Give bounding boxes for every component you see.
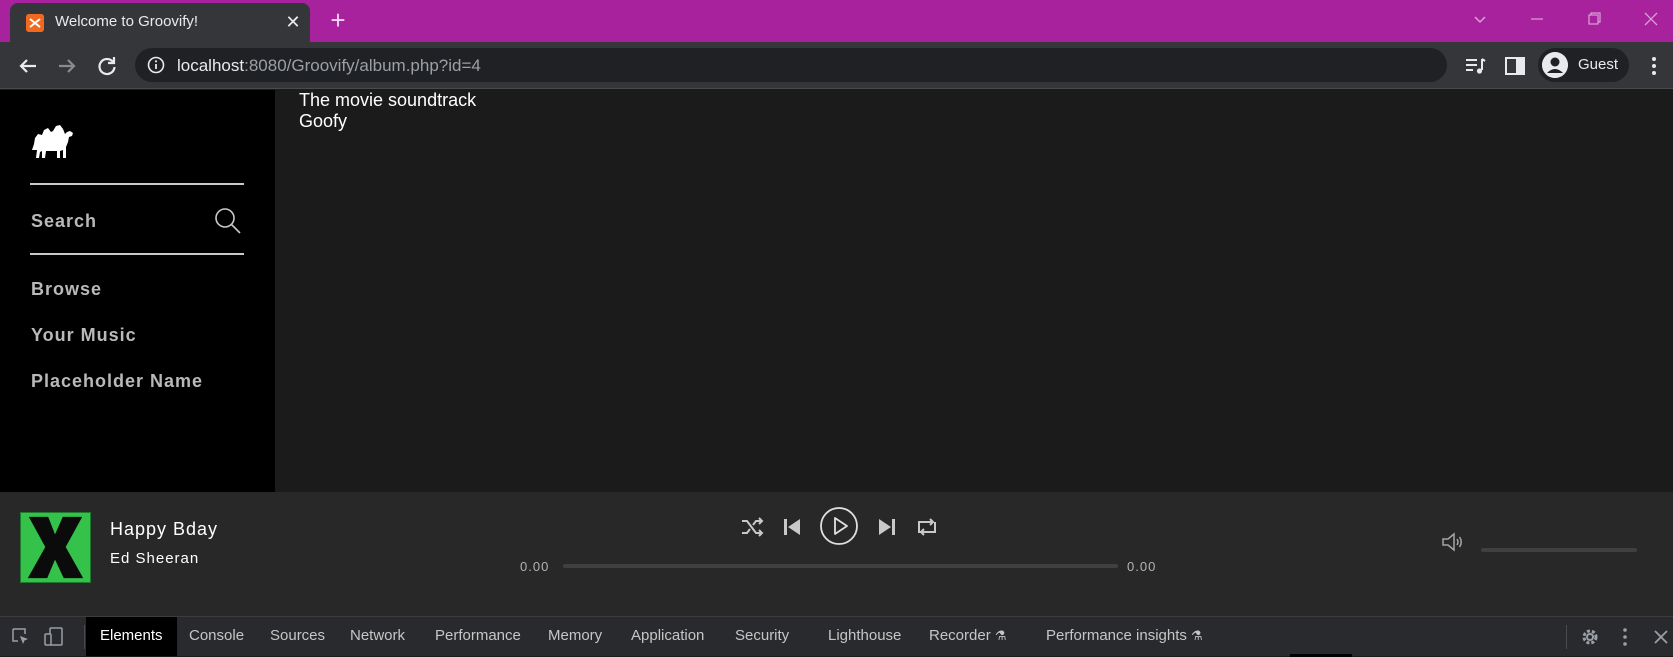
restore-icon[interactable] bbox=[1582, 9, 1606, 29]
sidebar-divider bbox=[30, 183, 244, 185]
reload-icon[interactable] bbox=[93, 52, 121, 80]
track-artist[interactable]: Ed Sheeran bbox=[110, 550, 199, 567]
devtools-separator bbox=[1566, 625, 1567, 649]
address-bar[interactable]: localhost:8080/Groovify/album.php?id=4 bbox=[135, 48, 1447, 82]
url-path: :8080/Groovify/album.php?id=4 bbox=[244, 56, 481, 75]
previous-icon[interactable] bbox=[779, 514, 805, 540]
volume-slider[interactable] bbox=[1481, 548, 1637, 552]
nav-browse[interactable]: Browse bbox=[31, 279, 102, 300]
tab-search-icon[interactable] bbox=[1468, 9, 1492, 29]
devtools-tab-lighthouse[interactable]: Lighthouse bbox=[828, 617, 901, 656]
camel-logo-icon[interactable] bbox=[30, 120, 74, 160]
devtools-tab-sources[interactable]: Sources bbox=[270, 617, 325, 656]
back-arrow-icon[interactable] bbox=[14, 52, 42, 80]
devtools-close-icon[interactable] bbox=[1650, 626, 1672, 648]
nav-your-music[interactable]: Your Music bbox=[31, 325, 137, 346]
devtools-tab-network[interactable]: Network bbox=[350, 617, 405, 656]
device-toolbar-icon[interactable] bbox=[43, 626, 65, 648]
settings-gear-icon[interactable] bbox=[1579, 626, 1601, 648]
devtools-tab-security[interactable]: Security bbox=[735, 617, 789, 656]
forward-arrow-icon[interactable] bbox=[53, 52, 81, 80]
avatar-icon bbox=[1542, 52, 1568, 78]
album-artist: Goofy bbox=[299, 111, 348, 131]
browser-toolbar: localhost:8080/Groovify/album.php?id=4 G… bbox=[0, 42, 1673, 89]
devtools-tab-console[interactable]: Console bbox=[189, 617, 244, 656]
minimize-icon[interactable] bbox=[1525, 9, 1549, 29]
album-title: The movie soundtrack bbox=[299, 90, 477, 110]
url-host: localhost bbox=[177, 56, 245, 75]
devtools-tab-memory[interactable]: Memory bbox=[548, 617, 602, 656]
play-button-icon[interactable] bbox=[819, 506, 859, 546]
main-content: The movie soundtrack Goofy bbox=[275, 90, 1673, 492]
browser-tab[interactable]: Welcome to Groovify! ✕ bbox=[10, 3, 310, 42]
new-tab-button[interactable]: + bbox=[325, 7, 351, 33]
experimental-flask-icon: ⚗ bbox=[994, 628, 1007, 643]
repeat-icon[interactable] bbox=[914, 514, 940, 540]
shuffle-icon[interactable] bbox=[739, 514, 765, 540]
album-cover bbox=[20, 512, 91, 583]
profile-button[interactable]: Guest bbox=[1538, 48, 1629, 82]
now-playing-bar: Happy Bday Ed Sheeran 0.00 0.00 bbox=[0, 492, 1673, 616]
devtools-tab-performance-insights[interactable]: Performance insights ⚗ bbox=[1046, 617, 1203, 656]
devtools-tabbar: Elements Console Sources Network Perform… bbox=[0, 616, 1673, 657]
track-name[interactable]: Happy Bday bbox=[110, 519, 218, 540]
devtools-more-icon[interactable] bbox=[1614, 626, 1636, 648]
profile-name: Guest bbox=[1578, 56, 1619, 73]
devtools-tab-elements[interactable]: Elements bbox=[86, 617, 177, 656]
browser-titlebar: Welcome to Groovify! ✕ + bbox=[0, 0, 1673, 42]
inspect-element-icon[interactable] bbox=[10, 626, 32, 648]
url-text[interactable]: localhost:8080/Groovify/album.php?id=4 bbox=[177, 56, 481, 76]
experimental-flask-icon: ⚗ bbox=[1190, 628, 1203, 643]
current-time: 0.00 bbox=[520, 559, 550, 574]
nav-placeholder-name[interactable]: Placeholder Name bbox=[31, 371, 203, 392]
devtools-separator bbox=[84, 625, 85, 649]
devtools-tab-performance[interactable]: Performance bbox=[435, 617, 521, 656]
progress-bar[interactable] bbox=[563, 564, 1118, 568]
devtools-tab-application[interactable]: Application bbox=[631, 617, 704, 656]
devtools-tab-performance-insights-label: Performance insights bbox=[1046, 627, 1187, 644]
site-info-icon[interactable] bbox=[147, 56, 165, 74]
browser-menu-icon[interactable] bbox=[1641, 53, 1667, 79]
side-panel-icon[interactable] bbox=[1502, 53, 1528, 79]
search-icon[interactable] bbox=[213, 206, 243, 236]
search-link[interactable]: Search bbox=[31, 211, 97, 232]
tab-close-icon[interactable]: ✕ bbox=[281, 10, 305, 34]
sidebar-divider bbox=[30, 253, 244, 255]
devtools-tab-recorder-label: Recorder bbox=[929, 627, 991, 644]
sidebar: Search Browse Your Music Placeholder Nam… bbox=[0, 90, 275, 492]
window-close-icon[interactable] bbox=[1639, 9, 1663, 29]
devtools-tab-recorder[interactable]: Recorder ⚗ bbox=[929, 617, 1006, 656]
next-icon[interactable] bbox=[874, 514, 900, 540]
volume-icon[interactable] bbox=[1440, 529, 1466, 555]
tab-title: Welcome to Groovify! bbox=[55, 13, 199, 30]
media-queue-icon[interactable] bbox=[1462, 53, 1488, 79]
total-time: 0.00 bbox=[1127, 559, 1157, 574]
xampp-favicon-icon bbox=[26, 14, 44, 32]
